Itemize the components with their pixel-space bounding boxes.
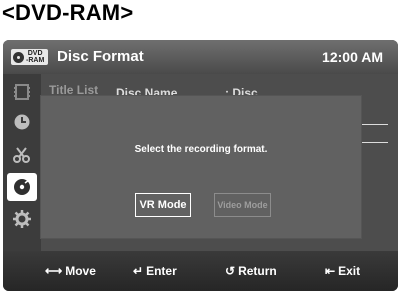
sidebar-item-title-list[interactable] (7, 78, 37, 106)
dvd-menu-screen: DVD -RAM Disc Format 12:00 AM Title List… (3, 40, 398, 291)
enter-icon: ↵ (133, 264, 144, 278)
sidebar-item-edit[interactable] (7, 141, 37, 169)
badge-line-2: -RAM (26, 57, 45, 64)
dialog-message: Select the recording format. (134, 144, 268, 155)
footer-move: ⟷ Move (45, 264, 96, 278)
clock-icon (14, 114, 30, 130)
sidebar-item-timer[interactable] (7, 108, 37, 136)
scissors-icon (13, 147, 30, 163)
return-icon: ↺ (225, 264, 236, 278)
page-heading: <DVD-RAM> (2, 0, 134, 25)
footer-return-label: Return (238, 264, 277, 278)
sidebar-item-setup[interactable] (7, 205, 37, 233)
move-icon: ⟷ (45, 264, 63, 278)
sidebar-item-disc-manager[interactable] (7, 173, 37, 201)
video-mode-button[interactable]: Video Mode (214, 193, 271, 217)
footer-exit: ⇤ Exit (325, 264, 360, 278)
gear-icon (13, 210, 31, 228)
film-icon (14, 84, 30, 100)
badge-line-1: DVD (27, 50, 43, 57)
screen-title: Disc Format (57, 48, 144, 65)
sidebar (3, 74, 41, 251)
clock: 12:00 AM (322, 49, 383, 65)
title-bar: DVD -RAM Disc Format 12:00 AM (3, 40, 398, 74)
title-list-label: Title List (49, 83, 99, 97)
footer-bar: ⟷ Move ↵ Enter ↺ Return ⇤ Exit (3, 251, 398, 291)
vr-mode-button[interactable]: VR Mode (135, 193, 191, 217)
footer-return: ↺ Return (225, 264, 277, 278)
footer-enter: ↵ Enter (133, 264, 177, 278)
dvd-ram-badge-icon: DVD -RAM (11, 49, 48, 65)
disc-icon (14, 179, 30, 195)
footer-exit-label: Exit (338, 264, 361, 278)
exit-icon: ⇤ (325, 264, 336, 278)
footer-enter-label: Enter (146, 264, 177, 278)
format-dialog: Select the recording format. (41, 96, 361, 238)
footer-move-label: Move (65, 264, 96, 278)
